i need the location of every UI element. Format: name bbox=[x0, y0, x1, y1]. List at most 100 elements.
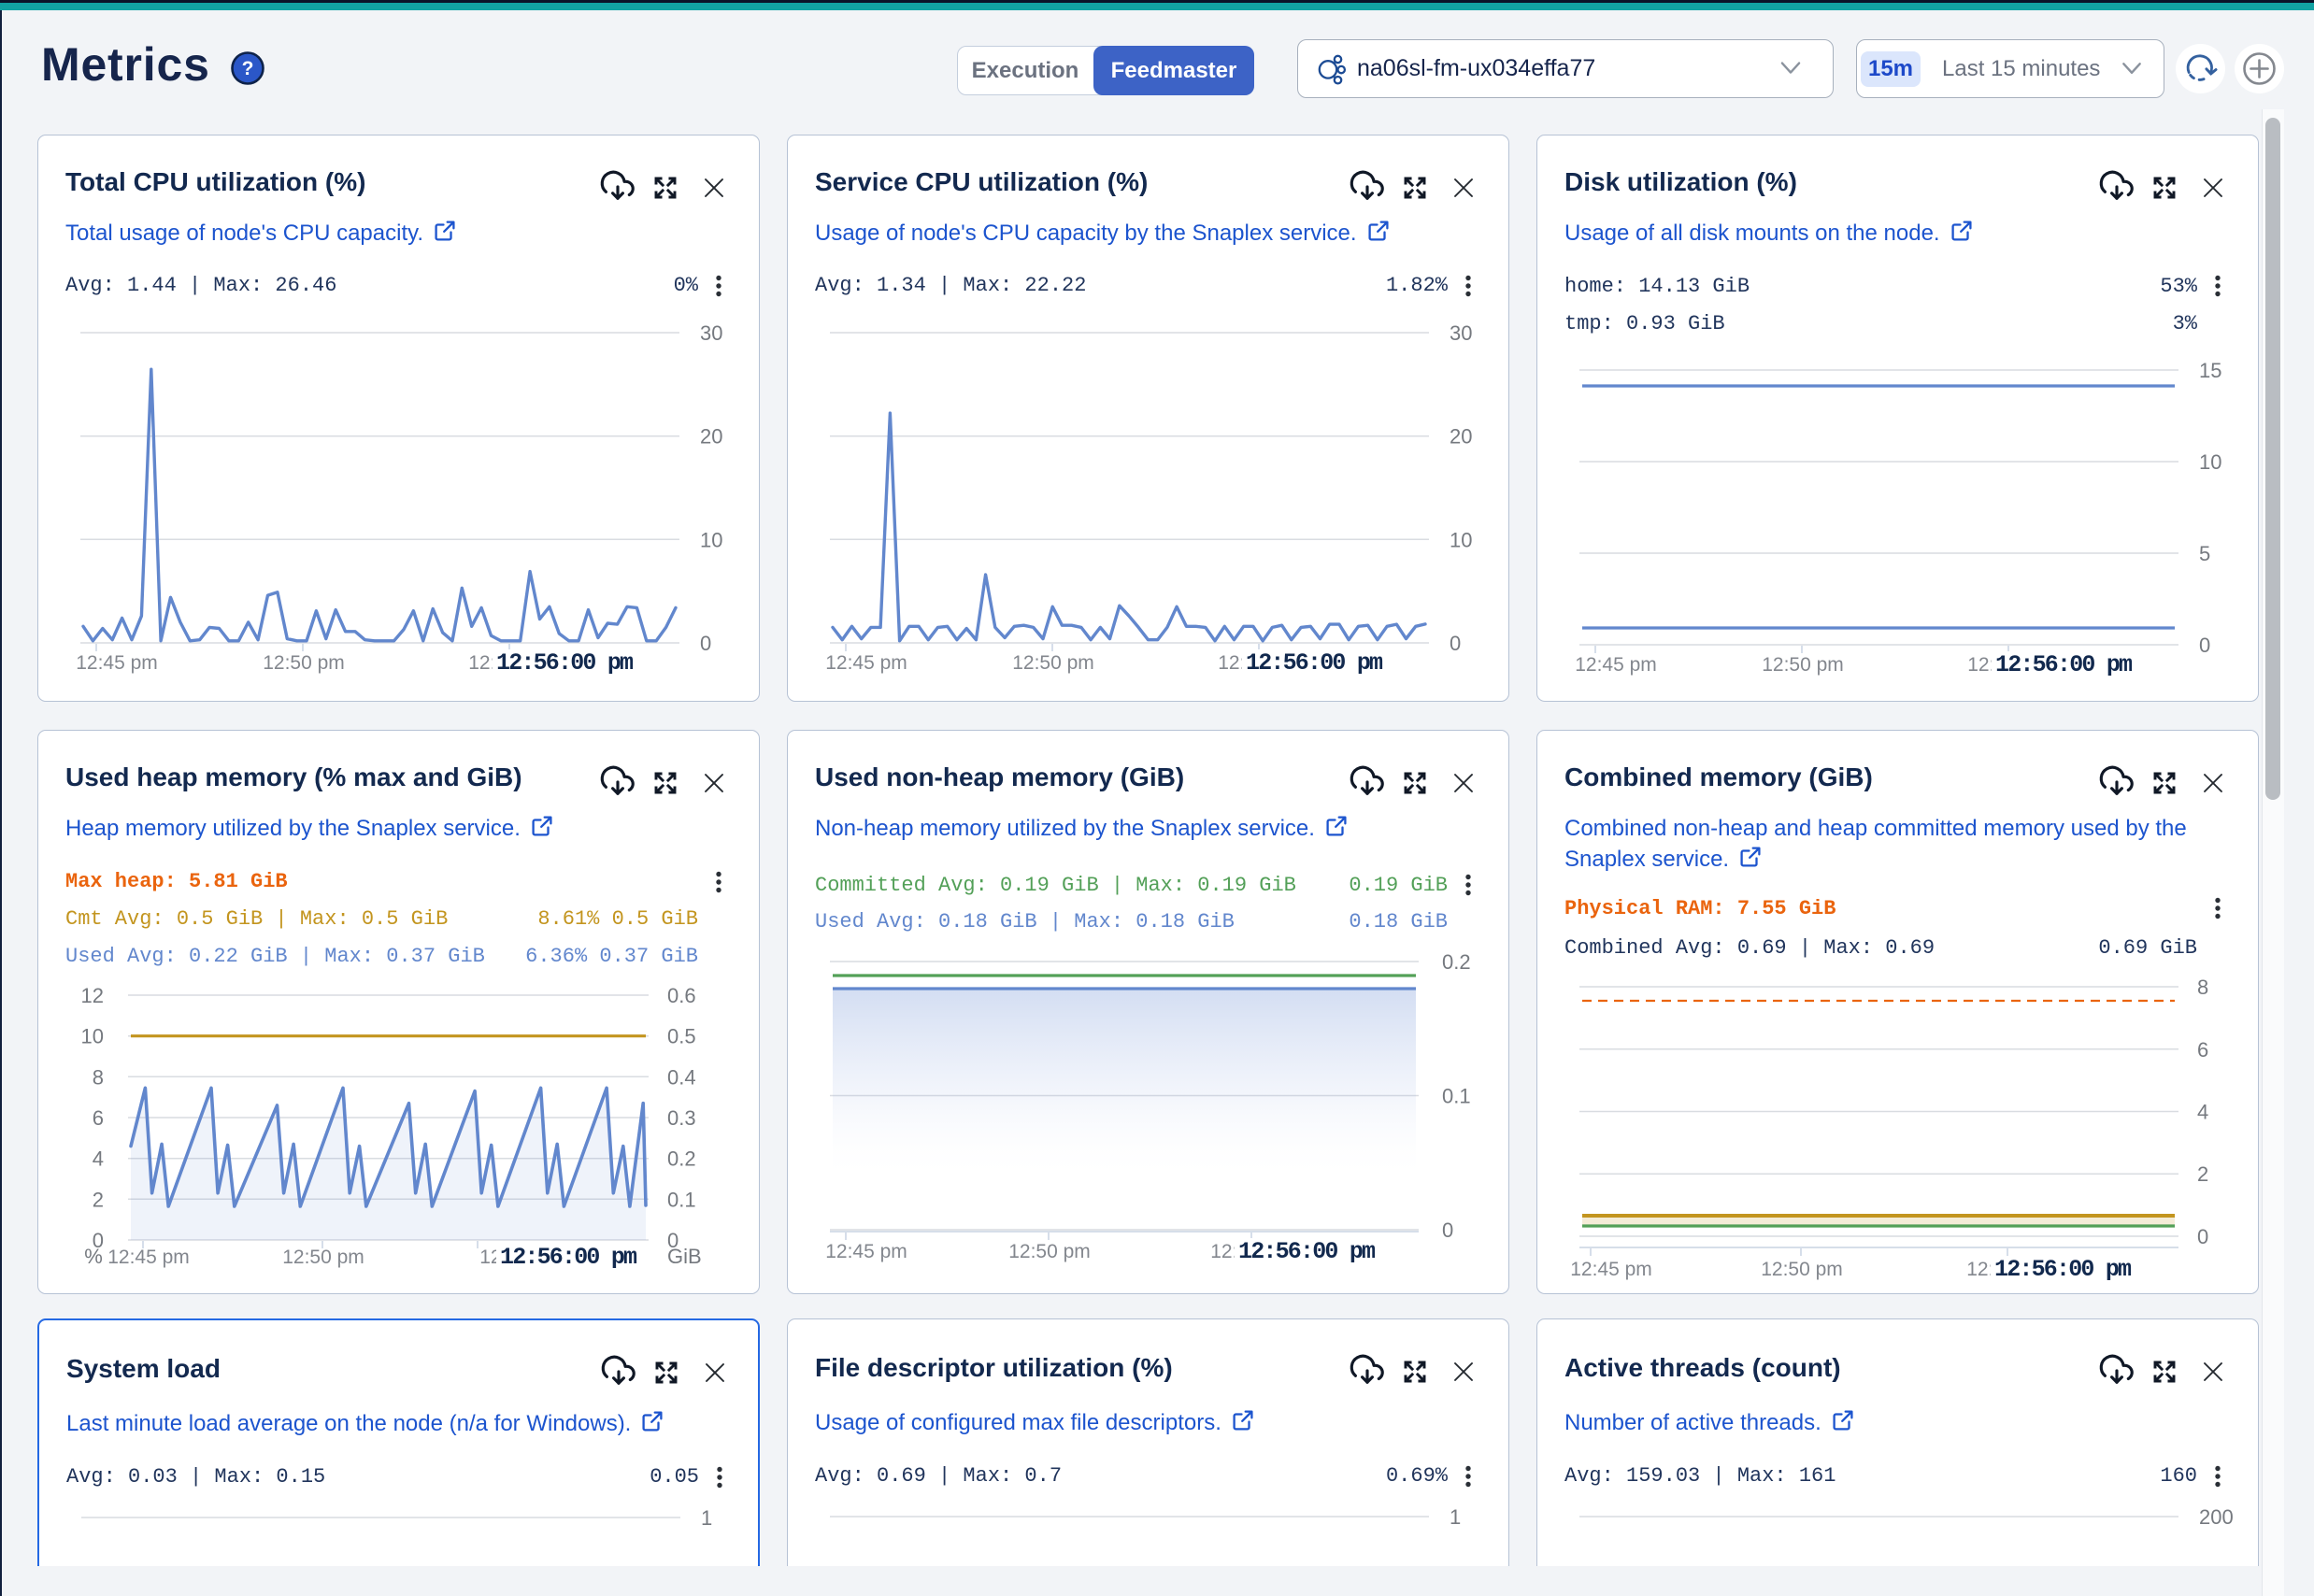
svg-text:12:45 pm: 12:45 pm bbox=[1575, 654, 1657, 676]
svg-text:12:45 pm: 12:45 pm bbox=[825, 652, 907, 674]
svg-text:Service CPU utilization (%): Service CPU utilization (%) bbox=[815, 167, 1148, 196]
svg-text:0: 0 bbox=[1442, 1218, 1453, 1242]
svg-text:0.5: 0.5 bbox=[667, 1025, 696, 1048]
svg-text:1: 1 bbox=[701, 1506, 712, 1530]
svg-text:Avg: 0.03 | Max: 0.15: Avg: 0.03 | Max: 0.15 bbox=[66, 1465, 325, 1489]
svg-text:0.05: 0.05 bbox=[650, 1465, 699, 1489]
svg-text:Usage of node's CPU capacity b: Usage of node's CPU capacity by the Snap… bbox=[815, 221, 1357, 246]
svg-text:15: 15 bbox=[2199, 359, 2221, 382]
svg-text:Avg: 0.69 | Max: 0.7: Avg: 0.69 | Max: 0.7 bbox=[815, 1464, 1062, 1488]
svg-text:0.3: 0.3 bbox=[667, 1106, 696, 1130]
svg-text:0.2: 0.2 bbox=[1442, 950, 1471, 974]
svg-text:2: 2 bbox=[2197, 1162, 2208, 1186]
svg-text:Active threads (count): Active threads (count) bbox=[1564, 1353, 1841, 1382]
svg-text:5: 5 bbox=[2199, 542, 2210, 565]
svg-text:System load: System load bbox=[66, 1354, 221, 1383]
svg-text:Used Avg: 0.18 GiB | Max: 0.18: Used Avg: 0.18 GiB | Max: 0.18 GiB bbox=[815, 910, 1235, 933]
svg-text:12:45 pm: 12:45 pm bbox=[76, 652, 158, 674]
svg-text:10: 10 bbox=[700, 528, 722, 551]
svg-text:Snaplex service.: Snaplex service. bbox=[1564, 847, 1729, 872]
svg-text:200: 200 bbox=[2199, 1505, 2234, 1529]
svg-text:Last minute load average on th: Last minute load average on the node (n/… bbox=[66, 1411, 631, 1436]
svg-text:53%: 53% bbox=[2160, 275, 2197, 298]
svg-text:0.1: 0.1 bbox=[667, 1188, 696, 1211]
svg-text:Cmt Avg: 0.5 GiB | Max: 0.5 Gi: Cmt Avg: 0.5 GiB | Max: 0.5 GiB bbox=[65, 907, 448, 931]
svg-text:4: 4 bbox=[93, 1147, 104, 1171]
svg-text:Physical RAM: 7.55 GiB: Physical RAM: 7.55 GiB bbox=[1564, 897, 1835, 920]
svg-text:Combined memory (GiB): Combined memory (GiB) bbox=[1564, 762, 1873, 791]
svg-text:0: 0 bbox=[2199, 634, 2210, 657]
svg-text:12:56:00 pm: 12:56:00 pm bbox=[1238, 1238, 1376, 1265]
svg-text:0: 0 bbox=[1450, 632, 1461, 655]
svg-text:0.19 GiB: 0.19 GiB bbox=[1349, 874, 1448, 897]
svg-text:Combined Avg: 0.69 | Max: 0.69: Combined Avg: 0.69 | Max: 0.69 bbox=[1564, 936, 1935, 960]
svg-text:0: 0 bbox=[2197, 1225, 2208, 1248]
svg-text:%: % bbox=[84, 1245, 103, 1268]
svg-text:12:50 pm: 12:50 pm bbox=[1008, 1241, 1091, 1262]
svg-text:0.18 GiB: 0.18 GiB bbox=[1349, 910, 1448, 933]
svg-text:1.82%: 1.82% bbox=[1386, 274, 1449, 297]
svg-text:1: 1 bbox=[1450, 1505, 1461, 1529]
svg-text:30: 30 bbox=[1450, 321, 1472, 345]
svg-text:Usage of all disk mounts on th: Usage of all disk mounts on the node. bbox=[1564, 221, 1940, 246]
svg-text:Max heap: 5.81 GiB: Max heap: 5.81 GiB bbox=[65, 870, 288, 893]
svg-text:Avg: 159.03 | Max: 161: Avg: 159.03 | Max: 161 bbox=[1564, 1464, 1835, 1488]
svg-text:Committed Avg: 0.19 GiB | Max:: Committed Avg: 0.19 GiB | Max: 0.19 GiB bbox=[815, 874, 1296, 897]
svg-text:12:50 pm: 12:50 pm bbox=[263, 652, 345, 674]
svg-text:12:56:00 pm: 12:56:00 pm bbox=[500, 1244, 637, 1271]
svg-text:Total usage of node's CPU capa: Total usage of node's CPU capacity. bbox=[65, 221, 423, 246]
svg-text:File descriptor utilization (%: File descriptor utilization (%) bbox=[815, 1353, 1173, 1382]
svg-text:6: 6 bbox=[93, 1106, 104, 1130]
svg-text:12:50 pm: 12:50 pm bbox=[1012, 652, 1094, 674]
svg-text:0.4: 0.4 bbox=[667, 1065, 696, 1089]
svg-text:12:56:00 pm: 12:56:00 pm bbox=[1995, 651, 2133, 678]
svg-text:8: 8 bbox=[93, 1065, 104, 1089]
svg-text:12:56:00 pm: 12:56:00 pm bbox=[1246, 649, 1383, 677]
svg-text:GiB: GiB bbox=[667, 1245, 702, 1268]
svg-text:Combined non-heap and heap com: Combined non-heap and heap committed mem… bbox=[1564, 816, 2187, 841]
svg-text:6.36% 0.37 GiB: 6.36% 0.37 GiB bbox=[525, 945, 698, 968]
svg-text:12:50 pm: 12:50 pm bbox=[1762, 654, 1844, 676]
svg-text:2: 2 bbox=[93, 1188, 104, 1211]
svg-text:Usage of configured max file d: Usage of configured max file descriptors… bbox=[815, 1410, 1221, 1435]
svg-text:12:56:00 pm: 12:56:00 pm bbox=[1994, 1256, 2132, 1283]
svg-text:Total CPU utilization (%): Total CPU utilization (%) bbox=[65, 167, 365, 196]
svg-text:12:45 pm: 12:45 pm bbox=[107, 1247, 190, 1268]
svg-text:10: 10 bbox=[81, 1025, 104, 1048]
svg-text:Used heap memory (% max and Gi: Used heap memory (% max and GiB) bbox=[65, 762, 522, 791]
svg-text:10: 10 bbox=[1450, 528, 1472, 551]
svg-text:Non-heap memory utilized by th: Non-heap memory utilized by the Snaplex … bbox=[815, 816, 1315, 841]
svg-text:4: 4 bbox=[2197, 1101, 2208, 1124]
svg-text:160: 160 bbox=[2160, 1464, 2197, 1488]
svg-text:tmp: 0.93 GiB: tmp: 0.93 GiB bbox=[1564, 312, 1725, 335]
svg-text:Avg: 1.34 | Max: 22.22: Avg: 1.34 | Max: 22.22 bbox=[815, 274, 1086, 297]
svg-text:0.2: 0.2 bbox=[667, 1147, 696, 1171]
svg-text:12:50 pm: 12:50 pm bbox=[282, 1247, 364, 1268]
svg-text:3%: 3% bbox=[2173, 312, 2198, 335]
svg-text:0.69 GiB: 0.69 GiB bbox=[2098, 936, 2197, 960]
svg-text:12:56:00 pm: 12:56:00 pm bbox=[496, 649, 634, 677]
svg-text:30: 30 bbox=[700, 321, 722, 345]
svg-text:10: 10 bbox=[2199, 450, 2221, 474]
svg-text:6: 6 bbox=[2197, 1038, 2208, 1062]
svg-text:home: 14.13 GiB: home: 14.13 GiB bbox=[1564, 275, 1750, 298]
svg-text:Used Avg: 0.22 GiB | Max: 0.37: Used Avg: 0.22 GiB | Max: 0.37 GiB bbox=[65, 945, 485, 968]
svg-text:0.69%: 0.69% bbox=[1386, 1464, 1449, 1488]
svg-text:Used non-heap memory (GiB): Used non-heap memory (GiB) bbox=[815, 762, 1184, 791]
svg-text:12:45 pm: 12:45 pm bbox=[825, 1241, 907, 1262]
svg-text:0%: 0% bbox=[674, 274, 699, 297]
svg-text:12:50 pm: 12:50 pm bbox=[1761, 1259, 1843, 1280]
svg-text:8.61% 0.5 GiB: 8.61% 0.5 GiB bbox=[537, 907, 698, 931]
svg-text:Avg: 1.44 | Max: 26.46: Avg: 1.44 | Max: 26.46 bbox=[65, 274, 336, 297]
svg-text:20: 20 bbox=[1450, 425, 1472, 449]
svg-text:12:45 pm: 12:45 pm bbox=[1570, 1259, 1652, 1280]
svg-text:0.6: 0.6 bbox=[667, 984, 696, 1007]
svg-text:Number of active threads.: Number of active threads. bbox=[1564, 1410, 1821, 1435]
svg-text:0.1: 0.1 bbox=[1442, 1085, 1471, 1108]
svg-text:8: 8 bbox=[2197, 976, 2208, 999]
svg-text:0: 0 bbox=[700, 632, 711, 655]
svg-text:20: 20 bbox=[700, 425, 722, 449]
svg-text:Disk utilization (%): Disk utilization (%) bbox=[1564, 167, 1797, 196]
svg-text:Heap memory utilized by the Sn: Heap memory utilized by the Snaplex serv… bbox=[65, 816, 521, 841]
svg-text:12: 12 bbox=[81, 984, 104, 1007]
